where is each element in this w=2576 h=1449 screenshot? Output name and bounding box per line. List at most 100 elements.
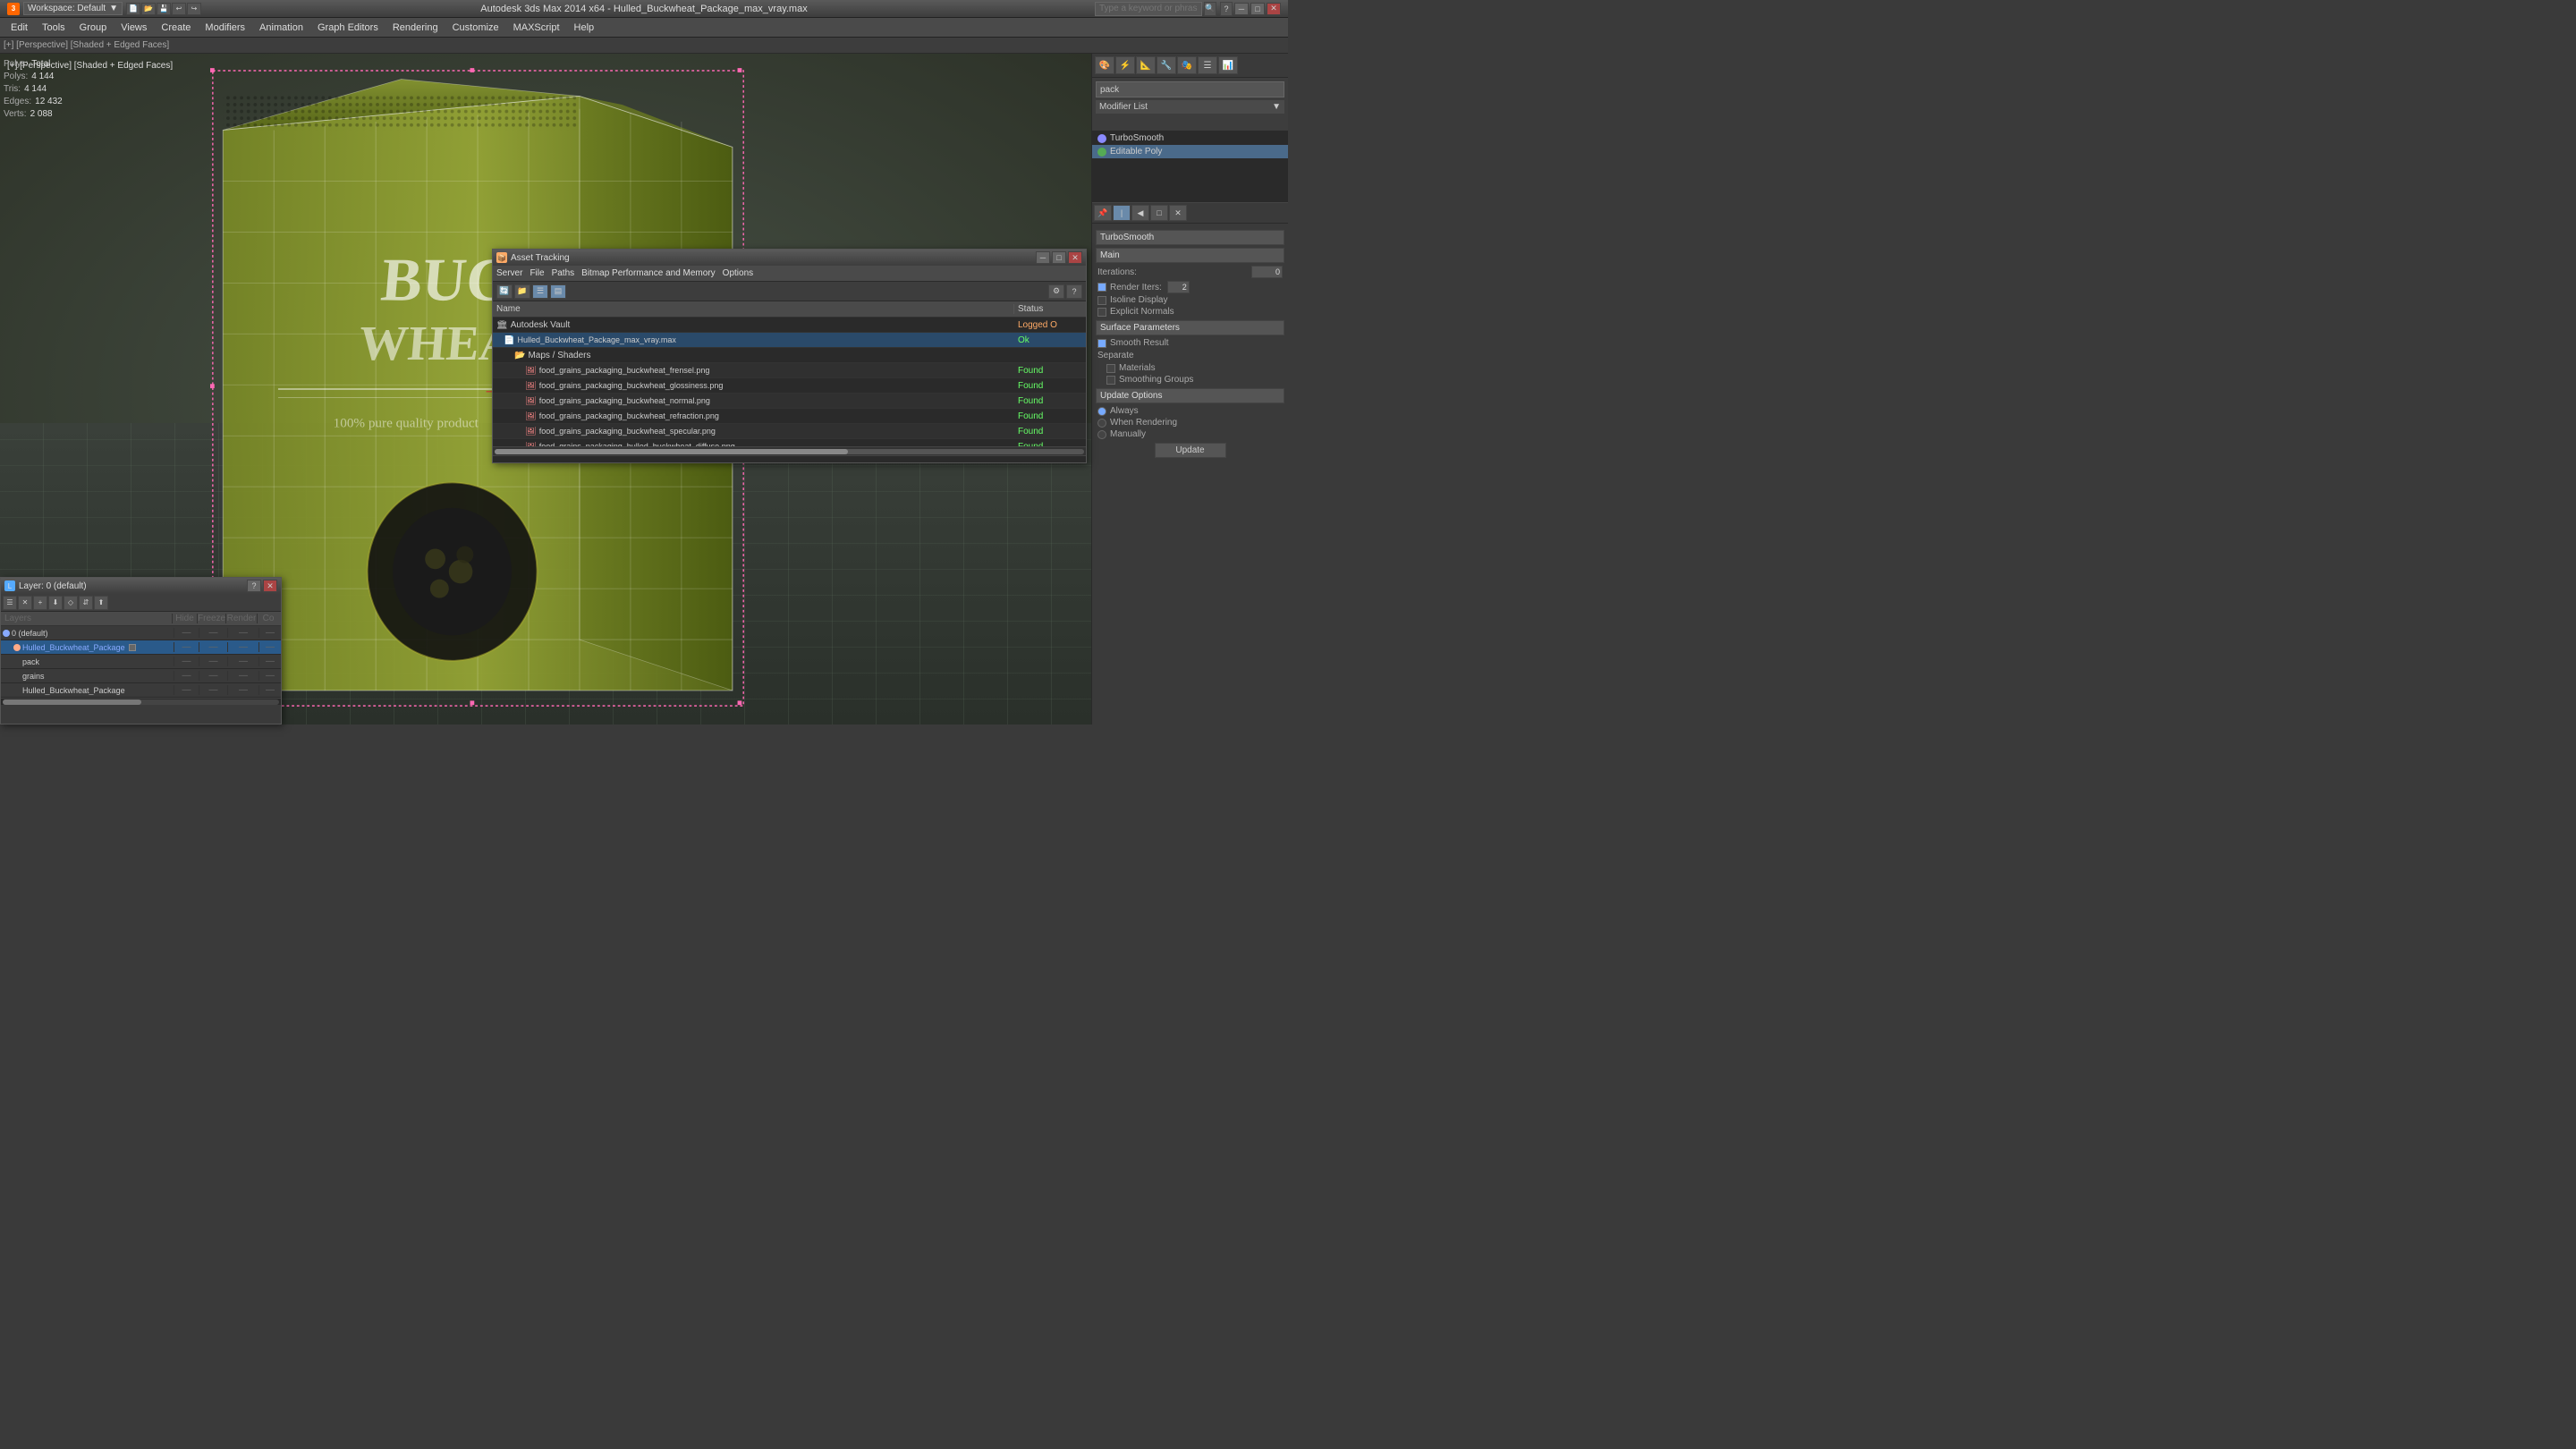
at-toolbar-list[interactable]: ☰ [532,284,548,299]
lp-scrollbar[interactable] [1,698,281,705]
rpbtn-1[interactable]: | [1113,205,1131,221]
toolbar-save[interactable]: 💾 [157,3,171,15]
at-menu-file[interactable]: File [530,268,544,278]
at-row-file4[interactable]: 🖼 food_grains_packaging_buckwheat_refrac… [493,409,1086,424]
at-menu-options[interactable]: Options [723,268,753,278]
ts-materials-cb[interactable] [1106,364,1115,373]
window-maximize[interactable]: □ [1250,3,1265,15]
help-icon[interactable]: ? [1220,2,1233,16]
rpbtn-pin[interactable]: 📌 [1094,205,1112,221]
at-row-file1[interactable]: 🖼 food_grains_packaging_buckwheat_frense… [493,363,1086,378]
lp-render-buckwheat[interactable]: — [227,642,258,652]
lp-btn-delete[interactable]: ✕ [18,596,32,610]
rp-icon-7[interactable]: 📊 [1218,56,1238,74]
lp-col-hulled[interactable]: — [258,685,281,695]
lp-row-pack[interactable]: pack — — — — [1,655,281,669]
lp-row-default[interactable]: 0 (default) — — — — [1,626,281,640]
modifier-search[interactable] [1096,81,1284,97]
at-scrollbar-track[interactable] [495,449,1084,454]
ts-isoline-cb[interactable] [1097,296,1106,305]
toolbar-open[interactable]: 📂 [141,3,156,15]
rp-icon-6[interactable]: ☰ [1198,56,1217,74]
toolbar-new[interactable]: 📄 [126,3,140,15]
modifier-turbosmooth[interactable]: TurboSmooth [1092,131,1288,145]
at-toolbar-refresh[interactable]: 🔄 [496,284,513,299]
lp-render-grains[interactable]: — [227,671,258,681]
at-minimize[interactable]: ─ [1036,251,1050,264]
menu-graph-editors[interactable]: Graph Editors [310,18,386,37]
at-row-file6[interactable]: 🖼 food_grains_packaging_hulled_buckwheat… [493,439,1086,446]
lp-hide-default[interactable]: — [174,628,199,638]
ts-smoothgroups-cb[interactable] [1106,376,1115,385]
lp-freeze-hulled[interactable]: — [199,685,227,695]
menu-modifiers[interactable]: Modifiers [198,18,252,37]
search-icon[interactable]: 🔍 [1204,2,1216,16]
at-maximize[interactable]: □ [1052,251,1066,264]
rp-icon-3[interactable]: 📐 [1136,56,1156,74]
ts-explicit-cb[interactable] [1097,308,1106,317]
ts-manually-rb[interactable] [1097,430,1106,439]
lp-col-pack[interactable]: — [258,657,281,666]
rp-icon-5[interactable]: 🎭 [1177,56,1197,74]
menu-rendering[interactable]: Rendering [386,18,445,37]
menu-help[interactable]: Help [567,18,602,37]
ts-when-rendering-rb[interactable] [1097,419,1106,428]
rp-icon-1[interactable]: 🎨 [1095,56,1114,74]
lp-hide-buckwheat[interactable]: — [174,642,199,652]
at-row-file5[interactable]: 🖼 food_grains_packaging_buckwheat_specul… [493,424,1086,439]
toolbar-undo[interactable]: ↩ [172,3,186,15]
ts-iterations-input[interactable] [1251,266,1283,278]
at-row-file2[interactable]: 🖼 food_grains_packaging_buckwheat_glossi… [493,378,1086,394]
lp-col-default[interactable]: — [258,628,281,638]
rp-icon-2[interactable]: ⚡ [1115,56,1135,74]
ts-render-iters-cb[interactable] [1097,283,1106,292]
at-menu-server[interactable]: Server [496,268,522,278]
lp-btn-6[interactable]: ⬆ [94,596,108,610]
lp-freeze-buckwheat[interactable]: — [199,642,227,652]
lp-col-buckwheat[interactable]: — [258,642,281,652]
menu-create[interactable]: Create [154,18,198,37]
at-row-maps[interactable]: 📂 Maps / Shaders [493,348,1086,363]
menu-animation[interactable]: Animation [252,18,310,37]
rpbtn-3[interactable]: □ [1150,205,1168,221]
lp-freeze-default[interactable]: — [199,628,227,638]
lp-btn-layers[interactable]: ☰ [3,596,17,610]
lp-render-default[interactable]: — [227,628,258,638]
at-row-maxfile[interactable]: 📄 Hulled_Buckwheat_Package_max_vray.max … [493,333,1086,348]
menu-views[interactable]: Views [114,18,154,37]
workspace-dropdown[interactable]: Workspace: Default ▼ [23,2,123,15]
lp-scrollbar-track[interactable] [3,699,279,705]
ts-render-iters-input[interactable] [1167,281,1190,293]
lp-scrollbar-thumb[interactable] [3,699,141,705]
menu-group[interactable]: Group [72,18,114,37]
lp-btn-merge[interactable]: ⬇ [48,596,63,610]
menu-maxscript[interactable]: MAXScript [506,18,567,37]
menu-tools[interactable]: Tools [35,18,72,37]
lp-hide-hulled[interactable]: — [174,685,199,695]
lp-btn-add[interactable]: + [33,596,47,610]
lp-render-hulled[interactable]: — [227,685,258,695]
lp-freeze-pack[interactable]: — [199,657,227,666]
lp-render-pack[interactable]: — [227,657,258,666]
modifier-editable-poly[interactable]: Editable Poly [1092,145,1288,158]
ts-smooth-cb[interactable] [1097,339,1106,348]
at-menu-bitmap[interactable]: Bitmap Performance and Memory [581,268,716,278]
lp-hide-pack[interactable]: — [174,657,199,666]
at-scrollbar-thumb[interactable] [495,449,848,454]
lp-close[interactable]: ✕ [263,580,277,592]
menu-customize[interactable]: Customize [445,18,506,37]
lp-btn-5[interactable]: ⇵ [79,596,93,610]
at-toolbar-help[interactable]: ? [1066,284,1082,299]
at-toolbar-detail[interactable]: ▤ [550,284,566,299]
lp-col-grains[interactable]: — [258,671,281,681]
lp-row-hulled[interactable]: Hulled_Buckwheat_Package — — — — [1,683,281,698]
ts-update-button[interactable]: Update [1155,443,1226,458]
at-toolbar-settings[interactable]: ⚙ [1048,284,1064,299]
lp-row-grains[interactable]: grains — — — — [1,669,281,683]
rp-icon-4[interactable]: 🔧 [1157,56,1176,74]
at-close[interactable]: ✕ [1068,251,1082,264]
menu-edit[interactable]: Edit [4,18,35,37]
lp-row-buckwheat[interactable]: Hulled_Buckwheat_Package — — — — [1,640,281,655]
window-minimize[interactable]: ─ [1234,3,1249,15]
at-row-file3[interactable]: 🖼 food_grains_packaging_buckwheat_normal… [493,394,1086,409]
